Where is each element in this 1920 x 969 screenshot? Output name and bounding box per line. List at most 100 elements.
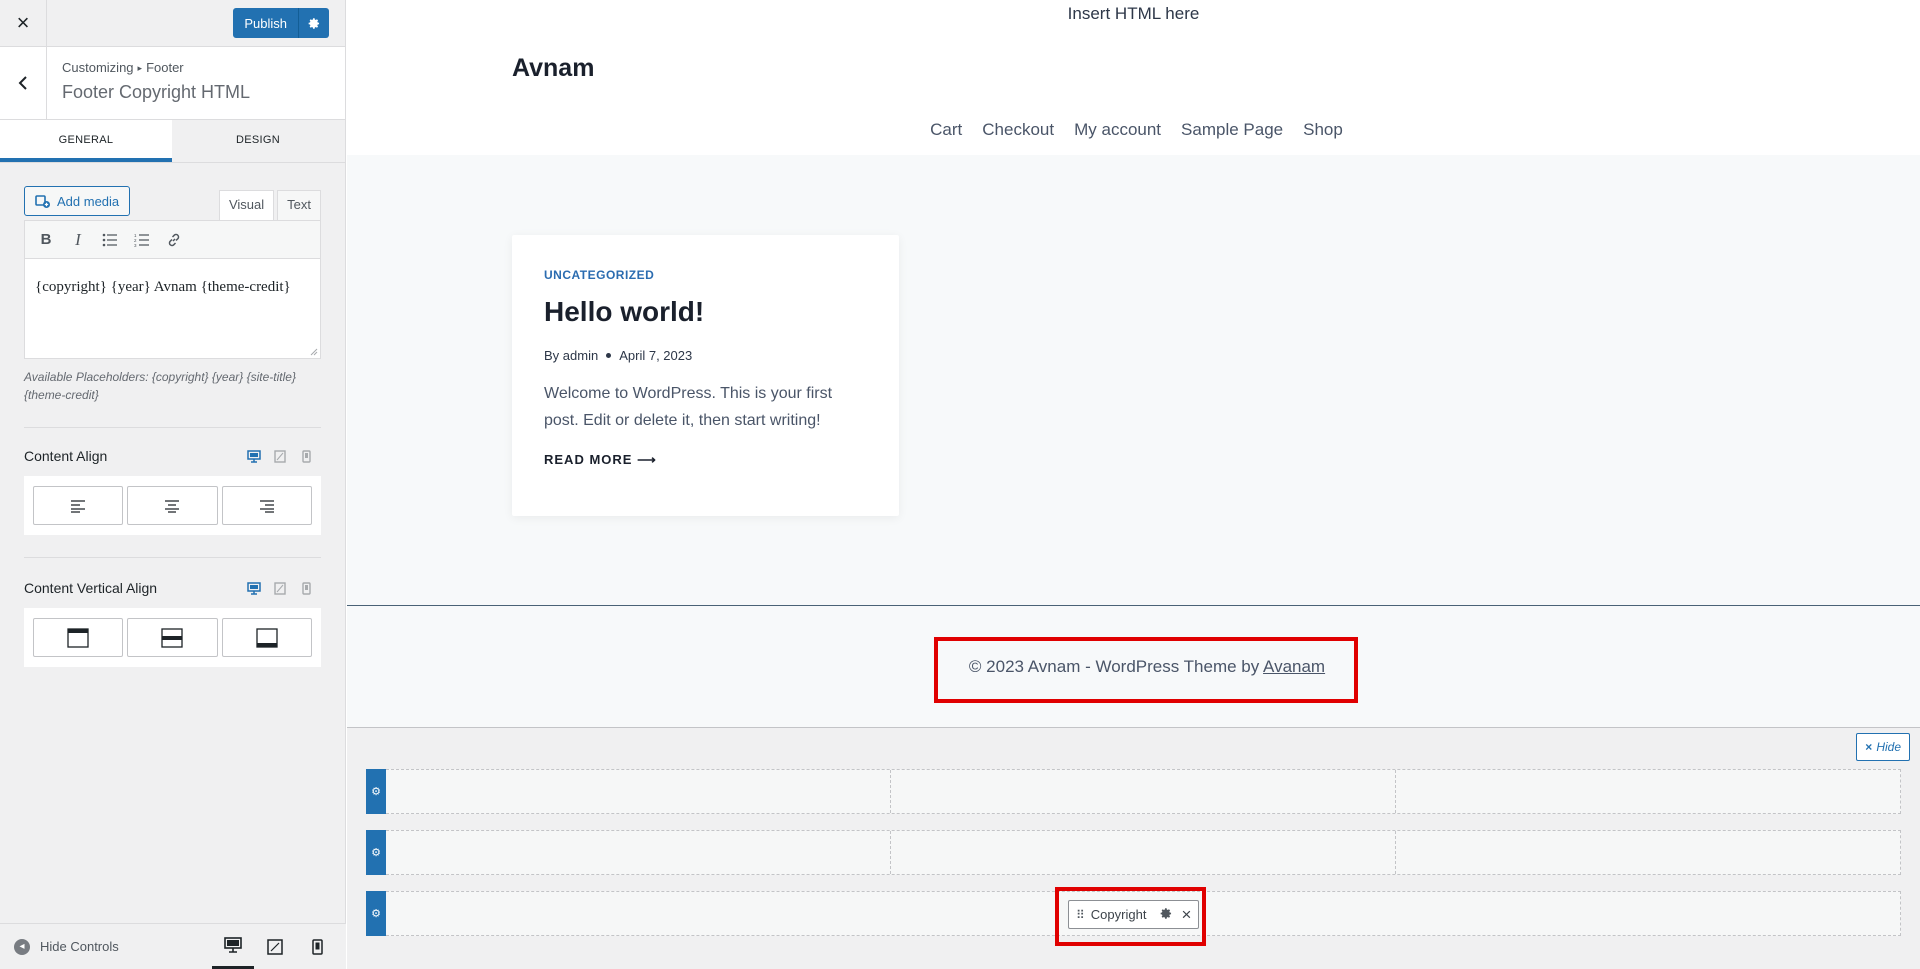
align-center-button[interactable] [127, 486, 218, 525]
align-middle-button[interactable] [127, 618, 218, 657]
post-excerpt: Welcome to WordPress. This is your first… [544, 385, 833, 429]
media-icon [35, 195, 50, 208]
align-left-icon [71, 499, 86, 513]
bold-button[interactable]: B [31, 225, 61, 255]
close-customizer-button[interactable]: × [0, 0, 47, 47]
post-author: By admin [544, 348, 598, 363]
author-link[interactable]: admin [563, 348, 598, 363]
publish-settings-button[interactable] [298, 8, 329, 38]
meta-separator [606, 353, 612, 358]
publish-button[interactable]: Publish [233, 8, 298, 38]
resize-handle-icon[interactable] [308, 346, 318, 356]
numbered-list-button[interactable]: 123 [127, 225, 157, 255]
builder-column[interactable] [386, 831, 891, 874]
general-panel: Add media Visual Text B I 123 {copyright… [0, 163, 345, 667]
bullet-list-icon [102, 233, 117, 246]
breadcrumb-section: Footer [146, 60, 184, 75]
collapse-arrow-icon: ◂ [14, 938, 30, 955]
read-more-link[interactable]: READ MORE ⟶ [544, 452, 867, 468]
back-button[interactable] [0, 47, 47, 119]
content-vertical-align-row: Content Vertical Align [24, 580, 321, 596]
row-settings-button[interactable]: ⚙ [366, 891, 386, 936]
builder-row-middle: ⚙ [366, 830, 1901, 875]
tablet-device-button[interactable] [273, 449, 287, 463]
tab-general[interactable]: General [0, 120, 172, 162]
nav-item-my-account[interactable]: My account [1074, 120, 1161, 140]
gear-icon: ⚙ [371, 786, 381, 798]
italic-icon: I [75, 229, 81, 249]
builder-column[interactable] [1396, 770, 1900, 813]
content-vertical-align-label: Content Vertical Align [24, 580, 158, 596]
divider [24, 427, 321, 428]
nav-item-checkout[interactable]: Checkout [982, 120, 1054, 140]
builder-column[interactable] [386, 770, 891, 813]
row-columns [386, 830, 1901, 875]
post-meta: By admin April 7, 2023 [544, 348, 867, 363]
header-html: Insert HTML here [1067, 4, 1200, 23]
nav-item-cart[interactable]: Cart [930, 120, 962, 140]
italic-button[interactable]: I [63, 225, 93, 255]
hide-controls-label: Hide Controls [40, 939, 119, 954]
desktop-device-button[interactable] [247, 581, 261, 595]
align-right-icon [259, 499, 274, 513]
post-title[interactable]: Hello world! [544, 296, 867, 328]
read-more-label: READ MORE [544, 452, 633, 467]
mobile-icon [311, 938, 323, 955]
preview-mobile-button[interactable] [296, 924, 338, 969]
align-top-button[interactable] [33, 618, 124, 657]
post-card: UNCATEGORIZED Hello world! By admin Apri… [512, 235, 899, 516]
vertical-align-devices [247, 581, 313, 595]
breadcrumb: Customizing ▸ Footer [62, 60, 250, 75]
copyright-editor[interactable]: {copyright} {year} Avnam {theme-credit} [24, 259, 321, 359]
align-middle-icon [161, 627, 184, 648]
preview-tablet-button[interactable] [254, 924, 296, 969]
builder-column[interactable] [1396, 831, 1900, 874]
link-button[interactable] [159, 225, 189, 255]
desktop-icon [247, 449, 261, 463]
placeholder-hint: Available Placeholders: {copyright} {yea… [24, 370, 296, 402]
post-category[interactable]: UNCATEGORIZED [544, 268, 867, 282]
tab-design[interactable]: Design [172, 120, 344, 162]
editor-toolbar-top: Add media Visual Text [24, 186, 321, 220]
widget-highlight-box [1055, 887, 1206, 946]
content-align-devices [247, 449, 313, 463]
mobile-device-button[interactable] [299, 581, 313, 595]
nav-item-sample-page[interactable]: Sample Page [1181, 120, 1283, 140]
gear-icon: ⚙ [371, 847, 381, 859]
text-tab[interactable]: Text [277, 190, 321, 220]
divider [24, 557, 321, 558]
row-columns [386, 769, 1901, 814]
tablet-icon [274, 581, 286, 595]
content-align-row: Content Align [24, 448, 321, 464]
visual-tab[interactable]: Visual [218, 190, 275, 220]
customizer-topbar: × Publish [0, 0, 345, 47]
preview-device-switcher [212, 924, 338, 969]
add-media-button[interactable]: Add media [24, 186, 131, 216]
editor-mode-tabs: Visual Text [218, 190, 321, 220]
breadcrumb-arrow-icon: ▸ [137, 63, 143, 73]
bullet-list-button[interactable] [95, 225, 125, 255]
section-titles: Customizing ▸ Footer Footer Copyright HTML [47, 47, 250, 119]
tablet-device-button[interactable] [273, 581, 287, 595]
row-settings-button[interactable]: ⚙ [366, 830, 386, 875]
desktop-device-button[interactable] [247, 449, 261, 463]
builder-column[interactable] [891, 770, 1396, 813]
preview-desktop-button[interactable] [212, 924, 254, 969]
hide-builder-button[interactable]: × Hide [1856, 733, 1910, 761]
content-align-options [24, 476, 321, 535]
mobile-device-button[interactable] [299, 449, 313, 463]
editor-content: {copyright} {year} Avnam {theme-credit} [35, 279, 291, 295]
hide-label: Hide [1876, 740, 1901, 754]
align-left-button[interactable] [33, 486, 124, 525]
builder-column[interactable] [891, 831, 1396, 874]
section-header: Customizing ▸ Footer Footer Copyright HTML [0, 47, 345, 120]
align-right-button[interactable] [221, 486, 312, 525]
site-preview: Insert HTML here Avnam Cart Checkout My … [347, 0, 1920, 969]
nav-item-shop[interactable]: Shop [1303, 120, 1343, 140]
publish-group: Publish [233, 8, 329, 38]
hide-controls-button[interactable]: ◂ Hide Controls [0, 938, 119, 955]
format-toolbar: B I 123 [24, 220, 321, 259]
site-title[interactable]: Avnam [512, 54, 594, 83]
row-settings-button[interactable]: ⚙ [366, 769, 386, 814]
align-bottom-button[interactable] [221, 618, 312, 657]
